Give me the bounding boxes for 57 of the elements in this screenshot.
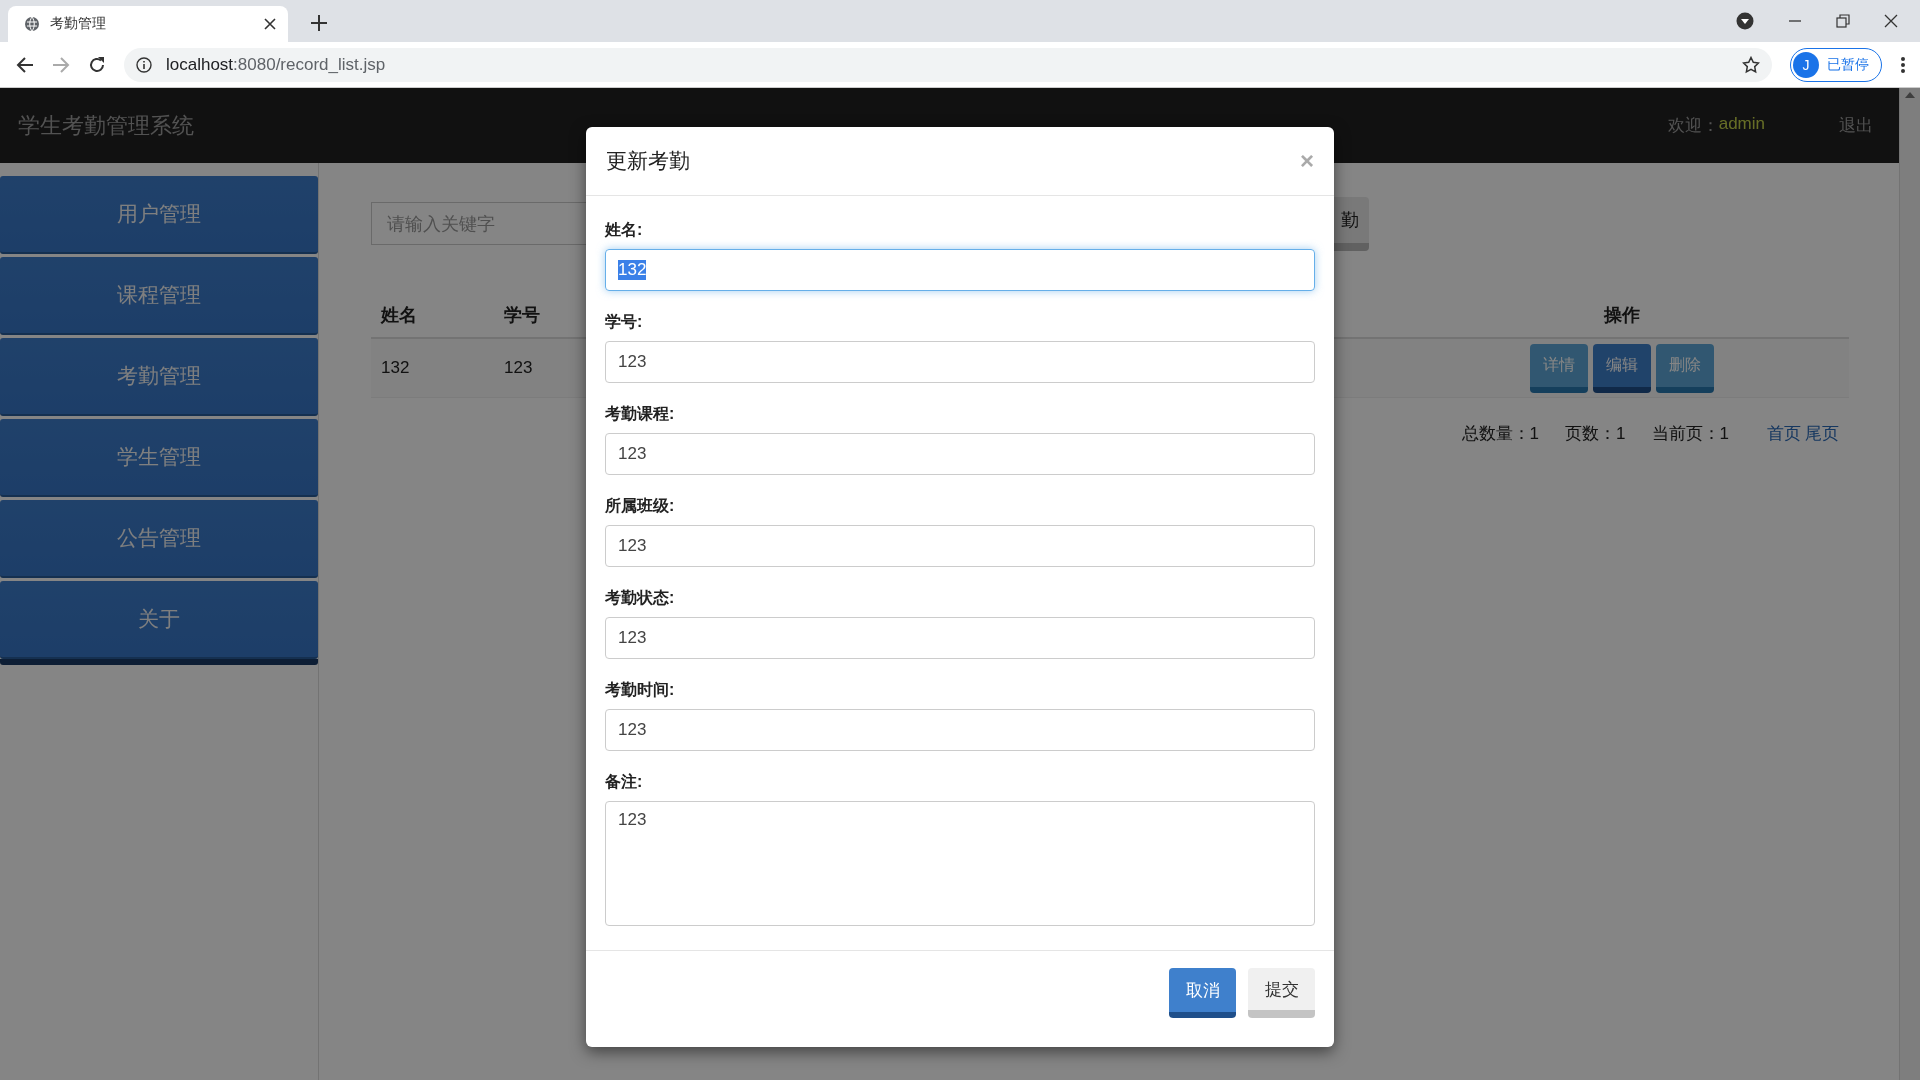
address-bar[interactable]: localhost:8080/record_list.jsp bbox=[124, 47, 1772, 82]
sidebar-item[interactable]: 公告管理 bbox=[0, 500, 318, 578]
dialog-button[interactable]: 取消 bbox=[1169, 968, 1236, 1018]
star-icon[interactable] bbox=[1742, 55, 1760, 74]
action-button[interactable]: 详情 bbox=[1530, 343, 1588, 393]
action-button[interactable]: 删除 bbox=[1656, 343, 1714, 393]
sidebar-item[interactable]: 用户管理 bbox=[0, 176, 318, 254]
page-link[interactable]: 首页 bbox=[1767, 422, 1801, 445]
new-tab-icon[interactable] bbox=[310, 14, 328, 32]
textarea-field[interactable]: 123 bbox=[605, 801, 1315, 926]
sidebar-item[interactable]: 考勤管理 bbox=[0, 338, 318, 416]
column-header: 姓名 bbox=[379, 304, 417, 327]
input-field[interactable]: 123 bbox=[605, 341, 1315, 383]
pagination-info: 总数量：1 bbox=[1461, 423, 1540, 445]
field-label: 考勤状态: bbox=[605, 588, 675, 608]
sidebar-item[interactable]: 课程管理 bbox=[0, 257, 318, 335]
column-header: 操作 bbox=[1603, 304, 1641, 327]
dropdown-icon[interactable] bbox=[1736, 12, 1754, 30]
input-field[interactable]: 123 bbox=[605, 709, 1315, 751]
close-icon[interactable] bbox=[1884, 14, 1898, 28]
action-button[interactable]: 编辑 bbox=[1593, 343, 1651, 393]
globe-icon bbox=[24, 16, 40, 32]
username: admin bbox=[1718, 114, 1765, 135]
scrollbar[interactable] bbox=[1899, 88, 1920, 1080]
field-label: 学号: bbox=[605, 312, 643, 332]
close-icon[interactable] bbox=[264, 18, 276, 30]
field-label: 姓名: bbox=[605, 220, 643, 240]
scroll-up-icon[interactable] bbox=[1905, 92, 1915, 98]
input-field[interactable]: 123 bbox=[605, 433, 1315, 475]
page-link[interactable]: 尾页 bbox=[1805, 422, 1839, 445]
field-label: 备注: bbox=[605, 772, 643, 792]
close-button[interactable]: × bbox=[1300, 147, 1314, 175]
input-field[interactable]: 132 bbox=[605, 249, 1315, 291]
field-label: 考勤时间: bbox=[605, 680, 675, 700]
restore-icon[interactable] bbox=[1836, 14, 1850, 28]
welcome-label: 欢迎： bbox=[1667, 115, 1719, 137]
info-icon[interactable] bbox=[136, 56, 152, 73]
sidebar-item[interactable]: 关于 bbox=[0, 581, 318, 659]
input-field[interactable]: 123 bbox=[605, 525, 1315, 567]
table-cell-text: 123 bbox=[503, 358, 533, 378]
url-text: localhost:8080/record_list.jsp bbox=[166, 54, 387, 75]
field-label: 考勤课程: bbox=[605, 404, 675, 424]
brand-title[interactable]: 学生考勤管理系统 bbox=[18, 110, 194, 141]
pagination-info: 当前页：1 bbox=[1651, 423, 1729, 445]
modal-title: 更新考勤 bbox=[606, 148, 691, 174]
pagination-info: 页数：1 bbox=[1565, 423, 1626, 445]
column-header: 学号 bbox=[503, 304, 540, 327]
menu-icon[interactable] bbox=[1900, 55, 1906, 74]
sidebar-item[interactable]: 学生管理 bbox=[0, 419, 318, 497]
reload-icon[interactable] bbox=[88, 55, 106, 74]
table-cell-text: 132 bbox=[380, 358, 410, 378]
field-label: 所属班级: bbox=[605, 496, 675, 516]
browser-tab[interactable]: 考勤管理 bbox=[8, 6, 288, 42]
back-icon[interactable] bbox=[16, 55, 34, 74]
logout-link[interactable]: 退出 bbox=[1839, 114, 1873, 137]
dialog-button[interactable]: 提交 bbox=[1248, 968, 1315, 1018]
input-field[interactable]: 123 bbox=[605, 617, 1315, 659]
